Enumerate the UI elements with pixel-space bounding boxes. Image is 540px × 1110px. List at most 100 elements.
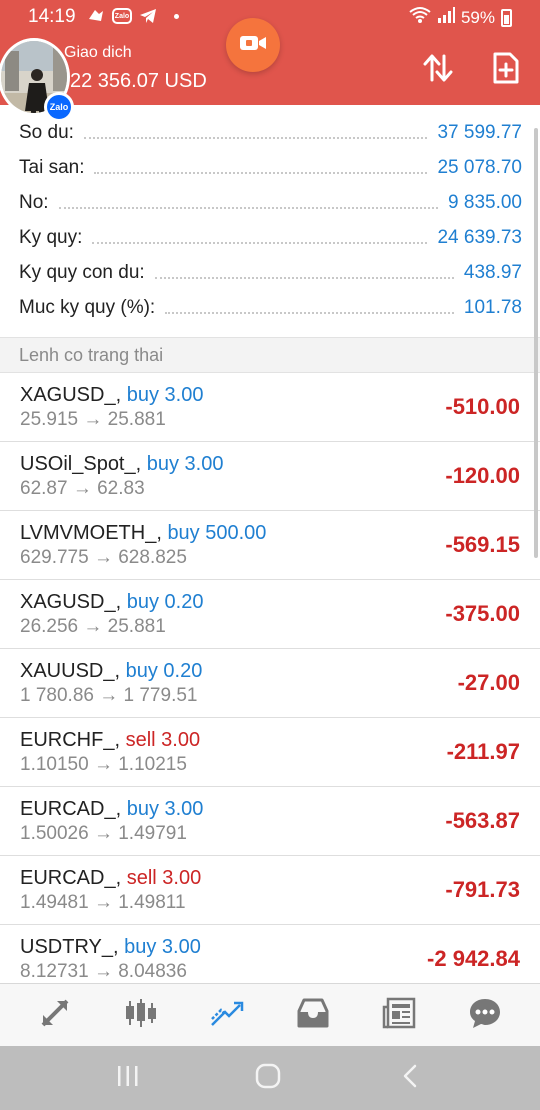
home-button[interactable] <box>248 1060 288 1096</box>
nav-trade[interactable] <box>203 991 251 1039</box>
summary-row-margin-level: Muc ky quy (%): 101.78 <box>0 290 540 325</box>
account-title: Giao dich <box>64 44 132 61</box>
summary-label: Ky quy con du: <box>19 261 145 283</box>
position-prices: 26.256 → 25.881 <box>20 616 166 637</box>
summary-row-balance: So du: 37 599.77 <box>0 115 540 150</box>
summary-label: Ky quy: <box>19 226 83 248</box>
position-profit: -120.00 <box>445 463 520 488</box>
scrollbar[interactable] <box>534 128 538 558</box>
position-side: buy 3.00 <box>126 798 204 820</box>
summary-value: 25 078.70 <box>437 156 522 178</box>
position-profit: -510.00 <box>445 394 520 419</box>
position-prices: 1 780.86 → 1 779.51 <box>20 685 198 706</box>
nav-chart[interactable] <box>117 991 165 1039</box>
position-symbol: XAUUSD_, <box>20 660 121 682</box>
account-balance: 22 356.07 USD <box>70 70 207 92</box>
dotted-leader <box>58 197 439 209</box>
position-prices: 8.12731 → 8.04836 <box>20 961 187 982</box>
position-profit: -791.73 <box>445 877 520 902</box>
position-row[interactable]: EURCHF_, sell 3.00 1.10150 → 1.10215 -21… <box>0 718 540 787</box>
app-header: 14:19 Zalo 59% Zalo Giao dich 22 356.07 … <box>0 0 540 122</box>
positions-list: XAGUSD_, buy 3.00 25.915 → 25.881 -510.0… <box>0 373 540 994</box>
position-side: sell 3.00 <box>125 729 201 751</box>
bottom-navigation <box>0 983 540 1046</box>
account-summary: So du: 37 599.77 Tai san: 25 078.70 No: … <box>0 115 540 325</box>
position-row[interactable]: XAUUSD_, buy 0.20 1 780.86 → 1 779.51 -2… <box>0 649 540 718</box>
position-symbol: EURCHF_, <box>20 729 121 751</box>
position-row[interactable]: XAGUSD_, buy 3.00 25.915 → 25.881 -510.0… <box>0 373 540 442</box>
home-icon <box>254 1062 282 1095</box>
notification-icons: Zalo <box>86 6 179 26</box>
summary-row-equity: Tai san: 25 078.70 <box>0 150 540 185</box>
nav-history[interactable] <box>289 991 337 1039</box>
position-row[interactable]: EURCAD_, buy 3.00 1.50026 → 1.49791 -563… <box>0 787 540 856</box>
summary-value: 101.78 <box>463 296 522 318</box>
position-side: buy 3.00 <box>126 384 204 406</box>
position-prices: 1.50026 → 1.49791 <box>20 823 187 844</box>
back-chevron-icon <box>400 1063 420 1094</box>
summary-row-free-margin: Ky quy con du: 438.97 <box>0 255 540 290</box>
position-row[interactable]: LVMVMOETH_, buy 500.00 629.775 → 628.825… <box>0 511 540 580</box>
back-button[interactable] <box>390 1060 430 1096</box>
summary-value: 24 639.73 <box>437 226 522 248</box>
video-camera-icon <box>239 33 267 58</box>
position-side: buy 0.20 <box>126 591 204 613</box>
system-navigation-bar <box>0 1046 540 1110</box>
position-row[interactable]: XAGUSD_, buy 0.20 26.256 → 25.881 -375.0… <box>0 580 540 649</box>
position-prices: 1.10150 → 1.10215 <box>20 754 187 775</box>
zalo-status-icon: Zalo <box>112 8 132 24</box>
position-symbol: USOil_Spot_, <box>20 453 142 475</box>
dotted-leader <box>92 232 428 244</box>
chat-bubble-icon <box>467 995 503 1036</box>
status-time: 14:19 <box>28 6 76 27</box>
battery-icon <box>501 8 512 27</box>
sort-arrows-icon <box>422 53 454 88</box>
position-symbol: XAGUSD_, <box>20 384 122 406</box>
position-symbol: EURCAD_, <box>20 867 122 889</box>
position-prices: 1.49481 → 1.49811 <box>20 892 186 913</box>
position-row[interactable]: EURCAD_, sell 3.00 1.49481 → 1.49811 -79… <box>0 856 540 925</box>
dotted-leader <box>83 127 428 139</box>
nav-quotes[interactable] <box>31 991 79 1039</box>
position-prices: 629.775 → 628.825 <box>20 547 187 568</box>
battery-percent: 59% <box>460 7 495 27</box>
dotted-leader <box>154 267 454 279</box>
position-side: buy 3.00 <box>146 453 224 475</box>
summary-label: Muc ky quy (%): <box>19 296 156 318</box>
new-order-button[interactable] <box>488 52 524 88</box>
notification-ball-icon <box>86 6 106 26</box>
video-call-bubble[interactable] <box>226 18 280 72</box>
positions-section-header: Lenh co trang thai <box>0 337 540 373</box>
position-side: buy 3.00 <box>124 936 201 958</box>
wifi-icon <box>409 6 431 29</box>
position-row[interactable]: USOil_Spot_, buy 3.00 62.87 → 62.83 -120… <box>0 442 540 511</box>
position-profit: -569.15 <box>445 532 520 557</box>
position-side: sell 3.00 <box>126 867 202 889</box>
nav-news[interactable] <box>375 991 423 1039</box>
signal-icon <box>437 6 455 29</box>
sort-button[interactable] <box>420 52 456 88</box>
summary-label: No: <box>19 191 49 213</box>
summary-value: 37 599.77 <box>437 121 522 143</box>
system-status: 59% <box>409 6 512 29</box>
position-side: buy 0.20 <box>125 660 203 682</box>
summary-label: Tai san: <box>19 156 85 178</box>
position-prices: 62.87 → 62.83 <box>20 478 145 499</box>
recents-button[interactable] <box>108 1060 148 1096</box>
trade-icon <box>209 995 245 1036</box>
summary-value: 438.97 <box>463 261 522 283</box>
recents-icon <box>115 1064 141 1093</box>
quotes-icon <box>37 995 73 1036</box>
news-icon <box>381 995 417 1036</box>
nav-messages[interactable] <box>461 991 509 1039</box>
position-profit: -27.00 <box>457 670 520 695</box>
position-symbol: EURCAD_, <box>20 798 122 820</box>
position-profit: -375.00 <box>445 601 520 626</box>
position-symbol: LVMVMOETH_, <box>20 522 162 544</box>
position-profit: -2 942.84 <box>427 946 520 971</box>
more-notifications-dot-icon <box>174 13 179 19</box>
dotted-leader <box>94 162 428 174</box>
summary-row-margin: Ky quy: 24 639.73 <box>0 220 540 255</box>
summary-row-credit: No: 9 835.00 <box>0 185 540 220</box>
position-side: buy 500.00 <box>167 522 267 544</box>
